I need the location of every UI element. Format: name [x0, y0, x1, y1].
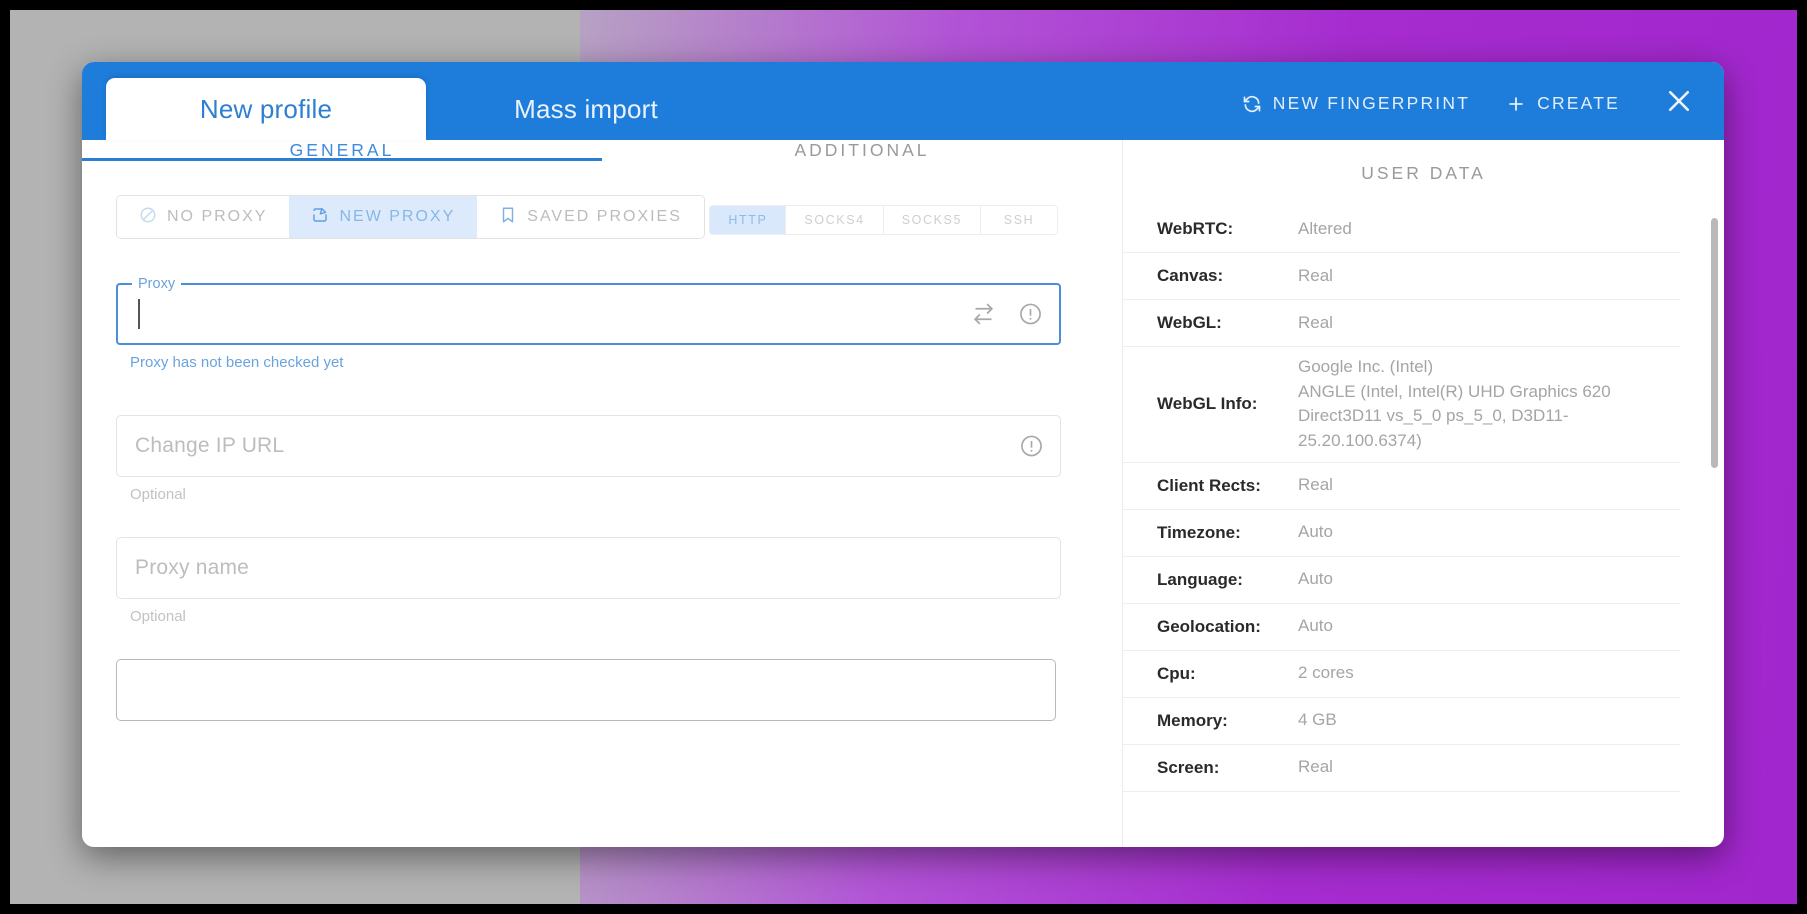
screen-frame [0, 0, 1807, 914]
